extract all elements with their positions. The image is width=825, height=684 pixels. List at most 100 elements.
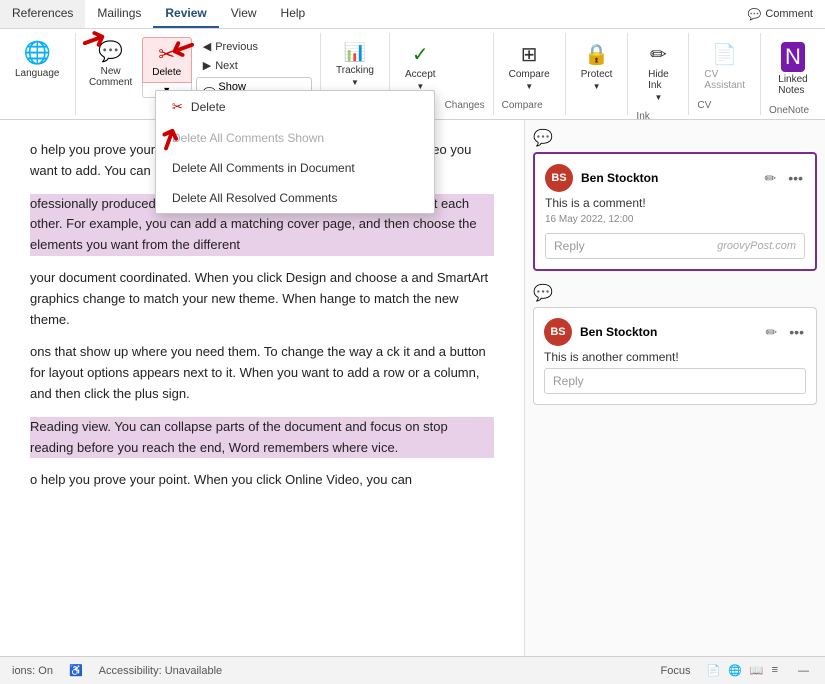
cv-group: 📄 CVAssistant CV	[689, 33, 761, 115]
compare-group: ⊞ Compare ▼ Compare	[494, 33, 566, 115]
dropdown-delete-item[interactable]: ✂ Delete	[156, 91, 434, 123]
avatar-1: BS	[545, 164, 573, 192]
onenote-group: N LinkedNotes OneNote	[761, 33, 825, 115]
comment-bubble-icon-1: 💬	[533, 128, 553, 148]
comment-header-2: BS Ben Stockton ✏ •••	[544, 318, 806, 346]
comment-author-1: Ben Stockton	[581, 171, 755, 185]
delete-button-top[interactable]: ✂ Delete	[142, 37, 192, 83]
delete-all-resolved-label: Delete All Resolved Comments	[172, 191, 337, 205]
dropdown-delete-all-shown-item: Delete All Comments Shown	[156, 123, 434, 153]
new-comment-icon: 💬	[98, 42, 123, 62]
language-group: 🌐 Language	[0, 33, 76, 115]
tracking-icon: 📊	[344, 42, 366, 63]
comment-text-2: This is another comment!	[544, 350, 806, 364]
tab-review[interactable]: Review	[153, 0, 218, 28]
language-button[interactable]: 🌐 Language	[8, 37, 67, 84]
ribbon-tab-bar: References Mailings Review View Help 💬 C…	[0, 0, 825, 29]
hide-ink-button[interactable]: ✏ HideInk ▼	[636, 37, 680, 107]
cv-button[interactable]: 📄 CVAssistant	[697, 37, 752, 96]
dropdown-delete-all-resolved-item[interactable]: Delete All Resolved Comments	[156, 183, 434, 213]
linked-notes-button[interactable]: N LinkedNotes	[769, 37, 817, 101]
cv-icon: 📄	[712, 42, 737, 67]
comment-indicator[interactable]: 💬 Comment	[736, 0, 825, 28]
doc-paragraph-6: o help you prove your point. When you cl…	[30, 470, 494, 491]
comment-reply-2[interactable]: Reply	[544, 368, 806, 394]
comment-reply-1[interactable]: Reply groovyPost.com	[545, 233, 805, 259]
language-icon: 🌐	[24, 42, 51, 64]
zoom-separator: —	[798, 665, 809, 677]
delete-item-icon: ✂	[172, 99, 183, 115]
comment-date-1: 16 May 2022, 12:00	[545, 214, 805, 225]
tracking-buttons: 📊 Tracking ▼	[329, 37, 381, 92]
tab-help[interactable]: Help	[269, 0, 318, 28]
protect-label: Protect	[581, 69, 613, 80]
tracking-label: Tracking	[336, 65, 374, 76]
status-bar: ions: On ♿ Accessibility: Unavailable Fo…	[0, 656, 825, 684]
new-comment-button[interactable]: 💬 NewComment	[84, 37, 138, 93]
tab-view[interactable]: View	[219, 0, 269, 28]
doc-paragraph-4: ons that show up where you need them. To…	[30, 342, 494, 404]
delete-label: Delete	[152, 67, 181, 78]
comment-header-1: BS Ben Stockton ✏ •••	[545, 164, 805, 192]
doc-paragraph-3: your document coordinated. When you clic…	[30, 268, 494, 330]
previous-button[interactable]: ◀ Previous	[196, 37, 265, 56]
hide-ink-arrow: ▼	[654, 93, 662, 102]
protect-group: 🔒 Protect ▼	[566, 33, 629, 115]
comment-card-1: BS Ben Stockton ✏ ••• This is a comment!…	[533, 152, 817, 271]
compare-group-label: Compare	[502, 98, 543, 111]
language-label: Language	[15, 68, 60, 79]
next-label: Next	[215, 60, 238, 72]
linked-notes-label: LinkedNotes	[778, 74, 807, 96]
comment-bubble-icon-2: 💬	[533, 283, 553, 303]
onenote-group-label: OneNote	[769, 103, 809, 116]
tracking-button[interactable]: 📊 Tracking ▼	[329, 37, 381, 92]
previous-icon: ◀	[203, 40, 211, 53]
comment-edit-button-1[interactable]: ✏	[763, 168, 779, 189]
reply-label-2: Reply	[553, 374, 797, 388]
changes-group-label: Changes	[445, 98, 485, 111]
compare-icon: ⊞	[521, 42, 538, 67]
accept-button[interactable]: ✓ Accept ▼	[398, 37, 443, 96]
compare-button[interactable]: ⊞ Compare ▼	[502, 37, 557, 96]
reply-site-1: groovyPost.com	[717, 240, 796, 252]
delete-dropdown-menu: ✂ Delete Delete All Comments Shown Delet…	[155, 90, 435, 214]
comment-bubble-1: 💬	[533, 128, 817, 148]
comment-more-button-2[interactable]: •••	[787, 322, 806, 342]
accessibility-label: Accessibility: Unavailable	[99, 665, 223, 677]
dropdown-delete-all-document-item[interactable]: Delete All Comments in Document	[156, 153, 434, 183]
view-web-icon[interactable]: 🌐	[728, 664, 742, 677]
tracking-arrow: ▼	[351, 78, 359, 87]
comment-text-1: This is a comment!	[545, 196, 805, 210]
comment-edit-button-2[interactable]: ✏	[764, 322, 780, 343]
view-read-icon[interactable]: 📖	[750, 664, 764, 677]
delete-icon: ✂	[158, 42, 175, 67]
accept-icon: ✓	[412, 42, 429, 67]
delete-container: ✂ Delete ▼	[142, 37, 192, 98]
delete-all-shown-label: Delete All Comments Shown	[172, 131, 324, 145]
focus-label[interactable]: Focus	[661, 665, 691, 677]
avatar-2: BS	[544, 318, 572, 346]
comment-label: Comment	[765, 8, 813, 20]
view-print-icon[interactable]: 📄	[706, 664, 720, 677]
next-button[interactable]: ▶ Next	[196, 56, 245, 75]
delete-all-document-label: Delete All Comments in Document	[172, 161, 355, 175]
linked-notes-icon: N	[781, 42, 805, 72]
comments-panel: 💬 BS Ben Stockton ✏ ••• This is a commen…	[525, 120, 825, 656]
previous-label: Previous	[215, 41, 258, 53]
comment-author-2: Ben Stockton	[580, 325, 756, 339]
comment-card-2: BS Ben Stockton ✏ ••• This is another co…	[533, 307, 817, 405]
doc-paragraph-5: Reading view. You can collapse parts of …	[30, 417, 494, 459]
protect-arrow: ▼	[593, 82, 601, 91]
protect-button[interactable]: 🔒 Protect ▼	[574, 37, 620, 96]
protect-icon: 🔒	[584, 42, 609, 67]
hide-ink-label: HideInk	[648, 69, 669, 91]
view-outline-icon[interactable]: ≡	[772, 664, 778, 677]
comment-icon: 💬	[748, 8, 762, 21]
comment-more-button-1[interactable]: •••	[786, 168, 805, 188]
compare-arrow: ▼	[525, 82, 533, 91]
tab-mailings[interactable]: Mailings	[85, 0, 153, 28]
tab-references[interactable]: References	[0, 0, 85, 28]
ink-group: ✏ HideInk ▼ Ink	[628, 33, 689, 115]
cv-group-label: CV	[697, 98, 711, 111]
comment-bubble-2: 💬	[533, 283, 817, 303]
